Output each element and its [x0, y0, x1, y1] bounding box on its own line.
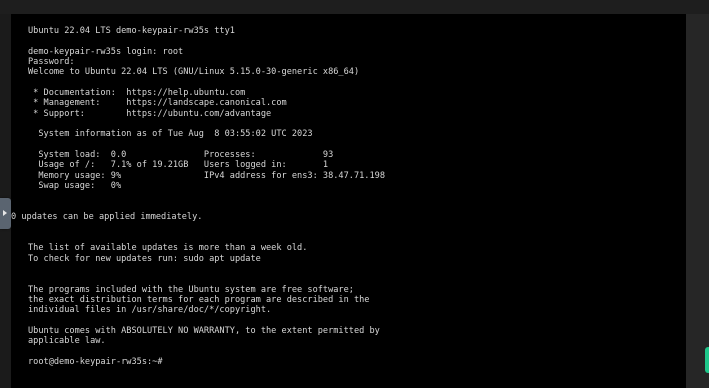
terminal-output: Ubuntu 22.04 LTS demo-keypair-rw35s tty1… — [11, 26, 385, 367]
terminal-line: Swap usage: 0% — [28, 181, 122, 192]
top-bar — [0, 0, 709, 14]
chevron-right-icon — [3, 210, 7, 216]
terminal-line: the exact distribution terms for each pr… — [28, 294, 370, 305]
terminal-line: Memory usage: 9% IPv4 address for ens3: … — [28, 170, 385, 181]
terminal-line: System information as of Tue Aug 8 03:55… — [28, 129, 313, 140]
terminal-line: The list of available updates is more th… — [28, 243, 308, 254]
terminal-line: Usage of /: 7.1% of 19.21GB Users logged… — [28, 160, 329, 171]
terminal-line: The programs included with the Ubuntu sy… — [28, 284, 354, 295]
terminal-line: Ubuntu comes with ABSOLUTELY NO WARRANTY… — [28, 325, 380, 336]
terminal-line: 0 updates can be applied immediately. — [11, 212, 203, 223]
terminal-line: applicable law. — [28, 336, 106, 347]
terminal-console[interactable]: Ubuntu 22.04 LTS demo-keypair-rw35s tty1… — [11, 14, 686, 388]
terminal-line: Password: — [28, 57, 75, 68]
remote-console-viewport: Ubuntu 22.04 LTS demo-keypair-rw35s tty1… — [0, 0, 709, 388]
terminal-prompt[interactable]: root@demo-keypair-rw35s:~# — [28, 357, 385, 367]
terminal-line: demo-keypair-rw35s login: root — [28, 46, 184, 57]
terminal-line: System load: 0.0 Processes: 93 — [28, 150, 334, 161]
sidebar-toggle-button[interactable] — [0, 198, 11, 229]
side-panel-tab[interactable] — [705, 347, 709, 373]
terminal-line: * Support: https://ubuntu.com/advantage — [28, 108, 272, 119]
terminal-line: * Documentation: https://help.ubuntu.com — [28, 88, 246, 99]
terminal-line: Welcome to Ubuntu 22.04 LTS (GNU/Linux 5… — [28, 67, 360, 78]
terminal-line: individual files in /usr/share/doc/*/cop… — [28, 305, 272, 316]
terminal-line: * Management: https://landscape.canonica… — [28, 98, 287, 109]
terminal-line: Ubuntu 22.04 LTS demo-keypair-rw35s tty1 — [28, 26, 235, 36]
right-panel — [686, 14, 709, 388]
terminal-line: To check for new updates run: sudo apt u… — [28, 253, 261, 264]
